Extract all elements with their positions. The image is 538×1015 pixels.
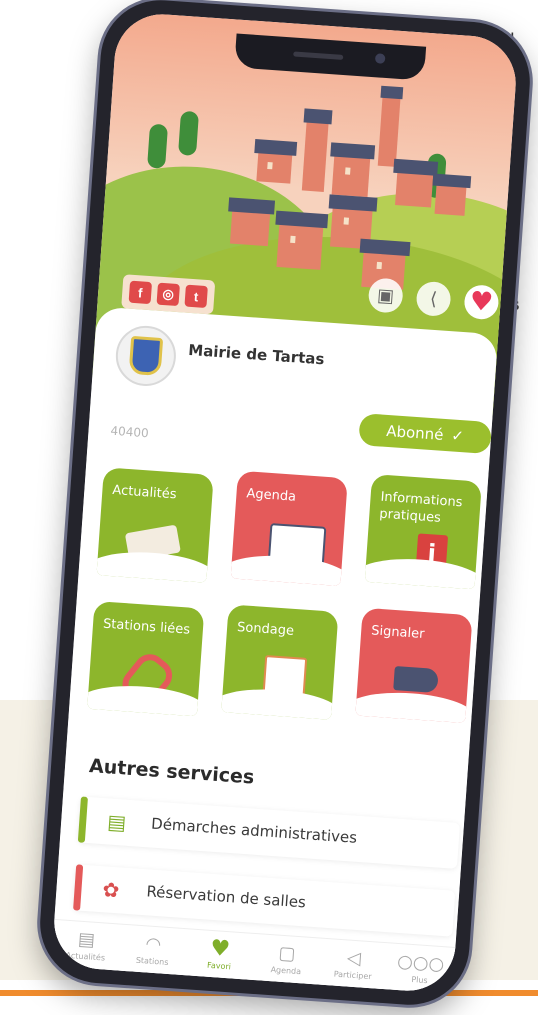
stations-icon: ◠ (144, 933, 162, 956)
document-icon: ▤ (106, 809, 128, 835)
tab-favori[interactable]: ♥ Favori (185, 929, 255, 981)
town-crest-avatar (113, 323, 178, 388)
tab-plus[interactable]: ○○○ Plus (385, 943, 455, 994)
phone-frame: f ◎ t ▣ ⟨ ♥ Mairie de Tartas 40400 Abonn… (36, 0, 534, 1009)
tile-label: Informations pratiques (378, 489, 463, 526)
service-demarches[interactable]: ▤ Démarches administratives (77, 796, 461, 869)
tile-label: Actualités (111, 482, 178, 503)
tile-actualites[interactable]: Actualités (96, 467, 214, 583)
other-services-heading: Autres services (88, 755, 255, 789)
tab-agenda[interactable]: ▢ Agenda (252, 934, 322, 986)
tab-participer[interactable]: ◁ Participer (318, 939, 388, 991)
tile-label: Agenda (245, 486, 297, 505)
facebook-icon[interactable]: f (128, 280, 153, 305)
balloons-icon: ✿ (101, 877, 121, 903)
phone-screen: f ◎ t ▣ ⟨ ♥ Mairie de Tartas 40400 Abonn… (51, 11, 519, 994)
tab-stations[interactable]: ◠ Stations (118, 925, 188, 977)
service-tiles: Actualités Agenda Informations pratiques… (87, 467, 482, 724)
subscribe-label: Abonné (385, 421, 445, 444)
service-label: Démarches administratives (150, 814, 358, 847)
tile-label: Stations liées (102, 616, 191, 638)
more-icon: ○○○ (396, 950, 445, 976)
twitter-icon[interactable]: t (184, 284, 208, 309)
megaphone-icon (393, 666, 439, 694)
tile-informations-pratiques[interactable]: Informations pratiques i (364, 474, 482, 590)
megaphone-icon: ◁ (346, 947, 362, 970)
tile-label: Signaler (370, 623, 425, 643)
tile-label: Sondage (236, 619, 295, 639)
tab-actualites[interactable]: ▤ Actualités (51, 920, 121, 972)
postcode: 40400 (110, 423, 150, 441)
favorite-heart-icon[interactable]: ♥ (463, 284, 500, 321)
subscribe-button[interactable]: Abonné ✓ (358, 413, 493, 455)
qr-code-icon[interactable]: ▣ (367, 277, 404, 314)
share-icon[interactable]: ⟨ (415, 280, 452, 318)
tile-sondage[interactable]: Sondage (221, 604, 339, 720)
service-label: Réservation de salles (145, 882, 307, 912)
tile-stations-liees[interactable]: Stations liées (87, 600, 205, 717)
phone-mockup: f ◎ t ▣ ⟨ ♥ Mairie de Tartas 40400 Abonn… (36, 0, 534, 1009)
station-name: Mairie de Tartas (187, 340, 326, 369)
check-icon: ✓ (450, 426, 465, 446)
tile-agenda[interactable]: Agenda (230, 470, 348, 587)
news-icon: ▤ (77, 928, 96, 951)
heart-icon: ♥ (209, 935, 231, 963)
tile-signaler[interactable]: Signaler (355, 607, 473, 724)
calendar-icon: ▢ (277, 942, 297, 965)
instagram-icon[interactable]: ◎ (156, 282, 180, 307)
station-card: Mairie de Tartas 40400 Abonné ✓ Actualit… (51, 306, 499, 994)
